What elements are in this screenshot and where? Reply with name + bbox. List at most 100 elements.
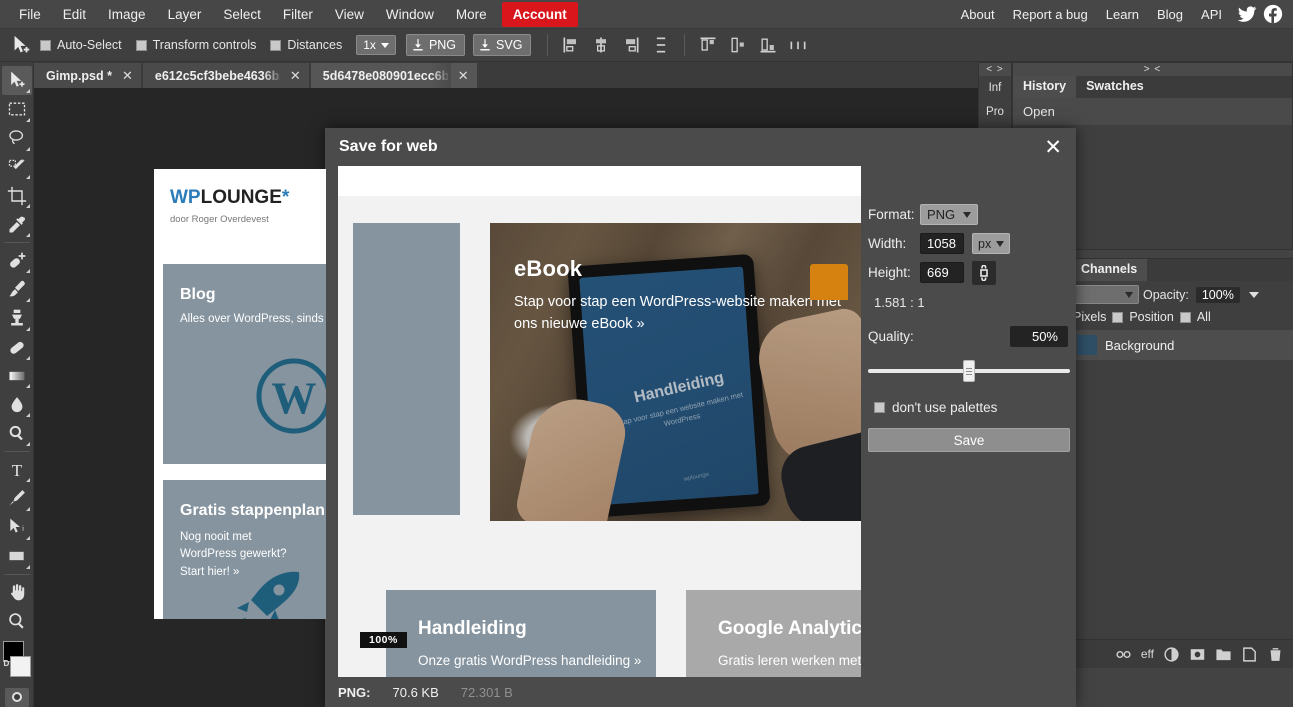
menu-item-file[interactable]: File (8, 3, 52, 26)
align-center-horizontal-icon[interactable] (591, 35, 611, 55)
link-constrain-icon[interactable] (972, 260, 996, 285)
menu-item-layer[interactable]: Layer (157, 3, 213, 26)
quality-value[interactable]: 50% (1010, 326, 1068, 347)
card-text: Onze gratis WordPress handleiding » (418, 653, 642, 668)
close-icon[interactable]: ✕ (458, 68, 469, 84)
unit-dropdown[interactable]: px (972, 233, 1011, 254)
photopea-app-window: File Edit Image Layer Select Filter View… (0, 0, 1293, 707)
tool-gradient[interactable] (2, 362, 32, 391)
tab-channels[interactable]: Channels (1071, 259, 1148, 281)
opacity-value[interactable]: 100% (1195, 286, 1240, 303)
adjustment-layer-icon[interactable] (1163, 646, 1180, 663)
dock-grip[interactable]: > < (1013, 63, 1292, 76)
tool-eyedropper[interactable] (2, 210, 32, 239)
color-swatches[interactable]: D (2, 641, 32, 679)
transform-controls-checkbox[interactable]: Transform controls (135, 38, 256, 52)
menu-item-more[interactable]: More (445, 3, 498, 26)
align-right-icon[interactable] (621, 35, 641, 55)
document-tab-gimp[interactable]: Gimp.psd * ✕ (34, 63, 141, 88)
format-dropdown[interactable]: PNG (920, 204, 979, 225)
new-layer-icon[interactable] (1241, 646, 1258, 663)
delete-layer-icon[interactable] (1267, 646, 1284, 663)
menu-item-edit[interactable]: Edit (52, 3, 97, 26)
export-png-button[interactable]: PNG (405, 34, 466, 56)
tool-blur[interactable] (2, 390, 32, 419)
tool-lasso[interactable] (2, 124, 32, 153)
tool-healing-brush[interactable] (2, 246, 32, 275)
close-icon[interactable]: ✕ (290, 68, 301, 84)
quality-slider-thumb[interactable] (963, 360, 975, 382)
menu-item-learn[interactable]: Learn (1097, 3, 1148, 26)
align-bottom-icon[interactable] (758, 35, 778, 55)
scale-dropdown[interactable]: 1x (356, 35, 396, 55)
tool-eraser[interactable] (2, 333, 32, 362)
tool-pen[interactable] (2, 484, 32, 513)
close-icon[interactable]: ✕ (122, 68, 133, 84)
tool-magic-wand[interactable] (2, 153, 32, 182)
export-preview[interactable]: Handleiding Stap voor stap een website m… (338, 166, 861, 679)
tool-zoom[interactable] (2, 606, 32, 635)
dont-use-palettes-checkbox[interactable]: don't use palettes (864, 382, 1076, 415)
tool-dodge[interactable] (2, 419, 32, 448)
tool-clone-stamp[interactable] (2, 304, 32, 333)
tool-marquee[interactable] (2, 95, 32, 124)
menu-item-blog[interactable]: Blog (1148, 3, 1192, 26)
tool-type[interactable]: T (2, 455, 32, 484)
close-icon[interactable]: ✕ (1044, 137, 1062, 158)
tab-swatches[interactable]: Swatches (1076, 76, 1154, 98)
menu-item-view[interactable]: View (324, 3, 375, 26)
reset-swatches-icon[interactable]: D (4, 659, 10, 668)
height-input[interactable]: 669 (920, 262, 964, 283)
blend-mode-dropdown[interactable] (1073, 285, 1139, 304)
menu-item-image[interactable]: Image (97, 3, 157, 26)
tool-hand[interactable] (2, 578, 32, 607)
auto-select-checkbox-box[interactable] (40, 39, 51, 51)
align-middle-icon[interactable] (728, 35, 748, 55)
distribute-horizontal-icon[interactable] (788, 35, 808, 55)
document-tab-e612c5cf[interactable]: e612c5cf3bebe4636b2f ✕ (142, 63, 309, 88)
tool-shape[interactable] (2, 542, 32, 571)
facebook-icon[interactable] (1263, 4, 1283, 24)
history-item-open[interactable]: Open (1013, 98, 1292, 125)
width-input[interactable]: 1058 (920, 233, 964, 254)
tab-history[interactable]: History (1013, 76, 1077, 98)
export-svg-button[interactable]: SVG (473, 34, 532, 56)
quality-slider[interactable] (868, 360, 1070, 382)
dock-grip[interactable]: < > (979, 63, 1011, 76)
tool-brush[interactable] (2, 275, 32, 304)
distances-checkbox[interactable]: Distances (270, 38, 342, 52)
chevron-down-icon[interactable] (1248, 291, 1259, 298)
menu-item-about[interactable]: About (952, 3, 1004, 26)
account-button[interactable]: Account (501, 1, 578, 27)
twitter-icon[interactable] (1237, 4, 1257, 24)
link-layers-icon[interactable] (1115, 646, 1132, 663)
dock-tab-info[interactable]: Inf (979, 76, 1011, 100)
dock-tab-properties[interactable]: Pro (979, 100, 1011, 124)
distribute-vertical-icon[interactable] (651, 35, 671, 55)
menu-item-filter[interactable]: Filter (272, 3, 324, 26)
lock-position-checkbox[interactable] (1112, 311, 1124, 323)
tool-path-selection[interactable]: i (2, 513, 32, 542)
document-tab-5d6478e0[interactable]: 5d6478e080901ecc6b9d ✕ (310, 63, 477, 88)
auto-select-checkbox[interactable]: Auto-Select (40, 38, 122, 52)
menu-item-window[interactable]: Window (375, 3, 445, 26)
layer-row-background[interactable]: Background (1071, 330, 1293, 360)
tool-crop[interactable] (2, 181, 32, 210)
quick-mask-button[interactable] (4, 687, 29, 707)
effects-icon[interactable]: eff (1141, 647, 1154, 661)
lock-all-checkbox[interactable] (1179, 311, 1191, 323)
background-color-swatch[interactable] (9, 656, 31, 678)
align-top-icon[interactable] (698, 35, 718, 55)
layer-mask-icon[interactable] (1189, 646, 1206, 663)
align-left-icon[interactable] (561, 35, 581, 55)
menu-item-report-a-bug[interactable]: Report a bug (1004, 3, 1097, 26)
dont-use-palettes-checkbox-box[interactable] (874, 402, 885, 413)
tool-move[interactable] (1, 66, 32, 95)
move-tool-icon[interactable] (10, 34, 32, 56)
distances-checkbox-box[interactable] (270, 39, 282, 51)
new-group-icon[interactable] (1215, 646, 1232, 663)
menu-item-select[interactable]: Select (212, 3, 272, 26)
transform-controls-checkbox-box[interactable] (135, 39, 147, 51)
menu-item-api[interactable]: API (1192, 3, 1231, 26)
save-button[interactable]: Save (868, 428, 1070, 452)
